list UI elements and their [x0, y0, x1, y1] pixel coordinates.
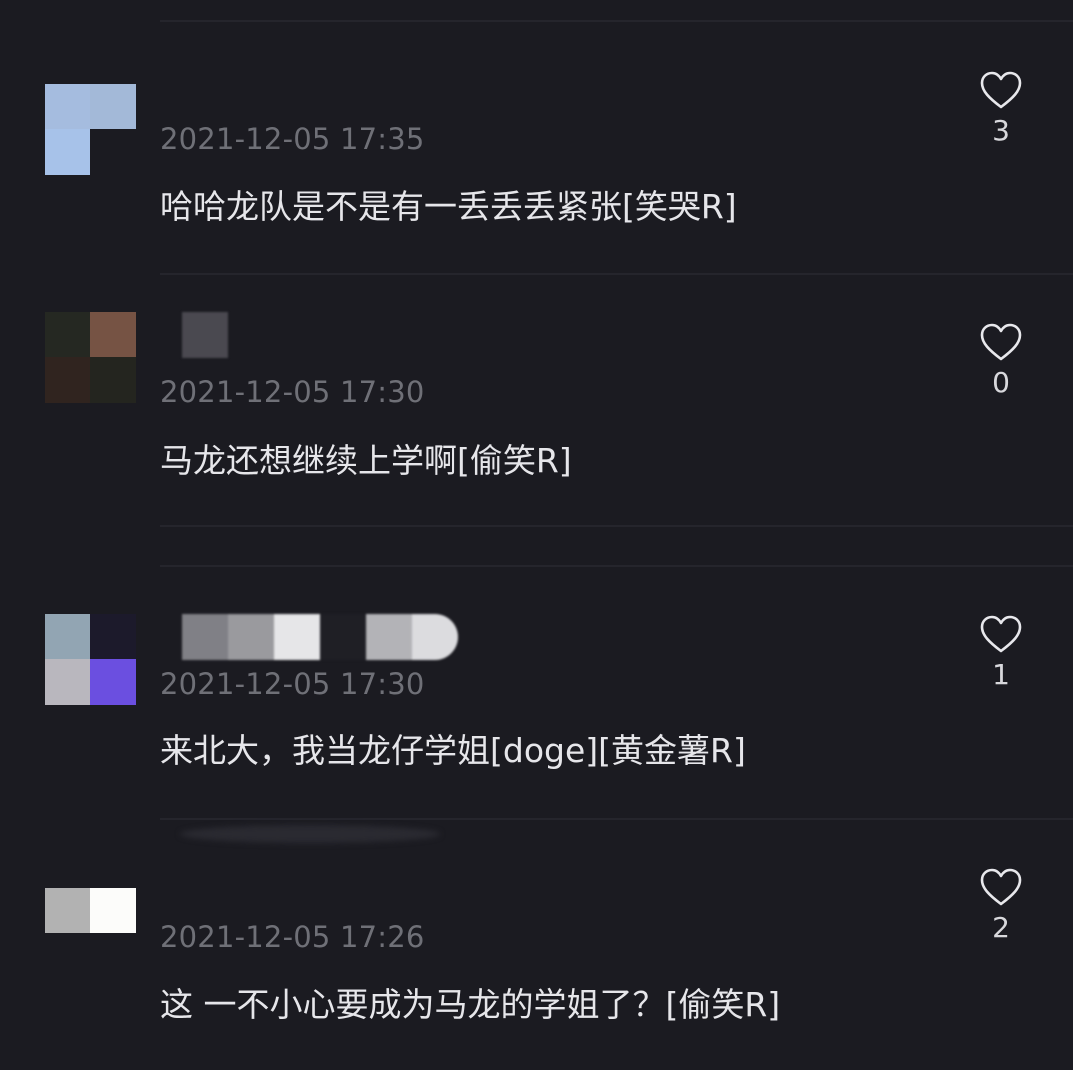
comment-timestamp: 2021-12-05 17:30 — [160, 667, 425, 701]
blur-pixel — [228, 614, 274, 660]
avatar-pixel — [45, 84, 91, 130]
comment-list: 2021-12-05 17:35 哈哈龙队是不是有一丢丢丢紧张[笑哭R] 3 2… — [0, 0, 1073, 1070]
avatar-pixel — [45, 357, 91, 403]
divider — [160, 20, 1073, 22]
like-button[interactable]: 2 — [975, 867, 1027, 944]
blur-pixel — [182, 312, 228, 358]
divider — [160, 273, 1073, 275]
avatar-pixel — [45, 659, 91, 705]
like-button[interactable]: 3 — [975, 70, 1027, 147]
avatar-pixel — [90, 888, 136, 934]
avatar-pixel — [45, 933, 91, 979]
blur-pixel — [412, 614, 458, 660]
like-count: 3 — [992, 114, 1010, 147]
avatar-pixel — [90, 312, 136, 358]
heart-icon — [980, 71, 1022, 109]
avatar-pixel — [90, 659, 136, 705]
comment-timestamp: 2021-12-05 17:35 — [160, 122, 425, 156]
username-blurred[interactable] — [182, 312, 228, 358]
comment-text[interactable]: 来北大，我当龙仔学姐[doge][黄金薯R] — [160, 724, 746, 772]
heart-icon — [980, 323, 1022, 361]
comment-timestamp: 2021-12-05 17:26 — [160, 920, 425, 954]
avatar[interactable] — [45, 888, 136, 979]
like-count: 0 — [992, 366, 1010, 399]
avatar-pixel — [90, 129, 136, 175]
username-blurred[interactable] — [182, 614, 458, 660]
like-button[interactable]: 1 — [975, 614, 1027, 691]
avatar[interactable] — [45, 312, 136, 403]
avatar-pixel — [90, 357, 136, 403]
avatar[interactable] — [45, 614, 136, 705]
avatar-pixel — [45, 888, 91, 934]
divider — [160, 818, 1073, 820]
divider — [160, 525, 1073, 527]
comment-text[interactable]: 马龙还想继续上学啊[偷笑R] — [160, 434, 572, 482]
divider — [160, 565, 1073, 567]
avatar[interactable] — [45, 84, 136, 175]
blur-pixel — [366, 614, 412, 660]
blur-smudge — [180, 825, 440, 843]
avatar-pixel — [45, 614, 91, 660]
avatar-pixel — [90, 933, 136, 979]
avatar-pixel — [45, 312, 91, 358]
comment-text[interactable]: 哈哈龙队是不是有一丢丢丢紧张[笑哭R] — [160, 180, 737, 228]
comment-timestamp: 2021-12-05 17:30 — [160, 375, 425, 409]
like-count: 2 — [992, 911, 1010, 944]
comment-text[interactable]: 这 一不小心要成为马龙的学姐了？[偷笑R] — [160, 978, 780, 1026]
like-count: 1 — [992, 658, 1010, 691]
avatar-pixel — [45, 129, 91, 175]
blur-pixel — [320, 614, 366, 660]
heart-icon — [980, 868, 1022, 906]
avatar-pixel — [90, 84, 136, 130]
like-button[interactable]: 0 — [975, 322, 1027, 399]
blur-pixel — [182, 614, 228, 660]
blur-pixel — [274, 614, 320, 660]
heart-icon — [980, 615, 1022, 653]
avatar-pixel — [90, 614, 136, 660]
